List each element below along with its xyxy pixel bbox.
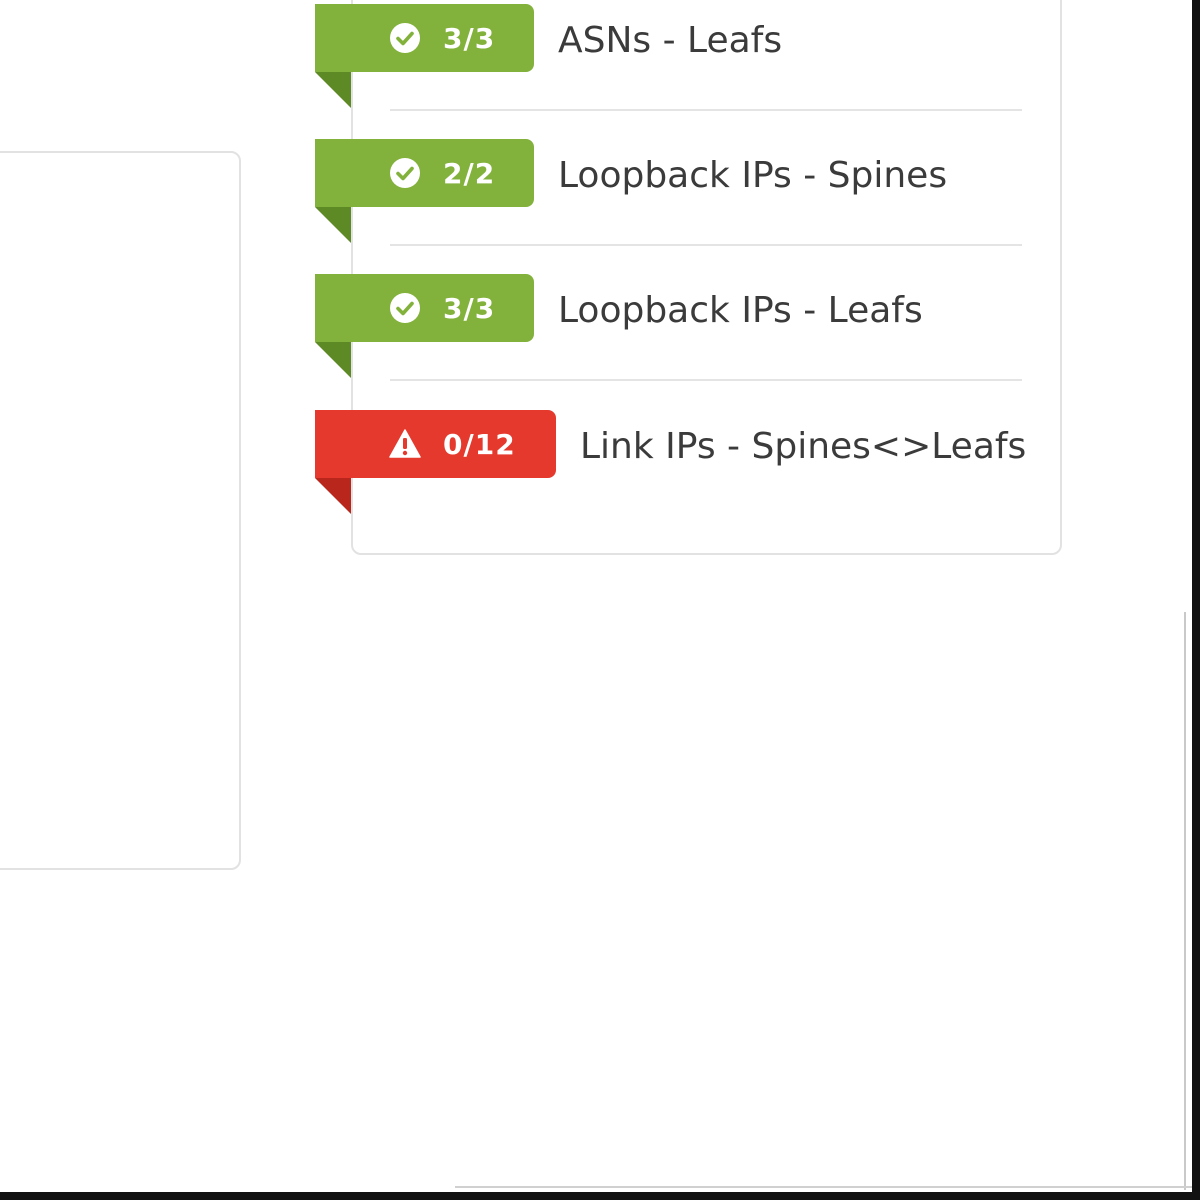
page: 3/3 ASNs - Leafs 2/2 Loopback IPs - Spin… <box>0 0 1200 1200</box>
status-count: 3/3 <box>443 291 496 325</box>
left-panel <box>0 151 241 870</box>
row-divider <box>390 379 1022 381</box>
window-bottom-edge <box>455 1186 1192 1188</box>
screen-border-bottom <box>0 1192 1200 1200</box>
resource-label: Loopback IPs - Leafs <box>558 290 923 331</box>
row-divider <box>390 109 1022 111</box>
status-badge: 0/12 <box>315 410 556 478</box>
resource-row-loopback-spines[interactable]: 2/2 Loopback IPs - Spines <box>315 139 1035 249</box>
resource-label: Loopback IPs - Spines <box>558 155 948 196</box>
status-count: 3/3 <box>443 21 496 55</box>
ribbon-fold <box>315 478 351 514</box>
status-count: 2/2 <box>443 156 496 190</box>
status-count: 0/12 <box>443 427 516 461</box>
screen-border-right <box>1192 0 1200 1200</box>
resource-label: ASNs - Leafs <box>558 20 783 61</box>
ribbon-fold <box>315 72 351 108</box>
check-circle-icon <box>390 23 420 53</box>
resource-row-loopback-leafs[interactable]: 3/3 Loopback IPs - Leafs <box>315 274 1035 384</box>
resource-row-link-ips[interactable]: 0/12 Link IPs - Spines<>Leafs <box>315 410 1035 520</box>
status-badge: 2/2 <box>315 139 534 207</box>
resource-label: Link IPs - Spines<>Leafs <box>580 426 1027 467</box>
check-circle-icon <box>390 293 420 323</box>
resource-row-asns-leafs[interactable]: 3/3 ASNs - Leafs <box>315 4 1035 114</box>
status-badge: 3/3 <box>315 4 534 72</box>
ribbon-fold <box>315 342 351 378</box>
ribbon-fold <box>315 207 351 243</box>
row-divider <box>390 244 1022 246</box>
check-circle-icon <box>390 158 420 188</box>
warning-triangle-icon <box>389 429 421 458</box>
status-badge: 3/3 <box>315 274 534 342</box>
